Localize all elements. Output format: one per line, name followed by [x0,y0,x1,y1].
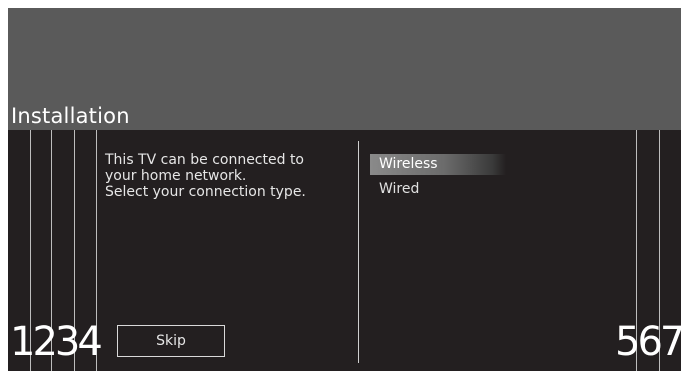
page-title: Installation [11,104,130,128]
instruction-line-2: your home network. [105,168,247,184]
column-divider [358,141,359,363]
instruction-text: This TV can be connected to your home ne… [105,152,340,200]
tv-screen: Installation This TV can be connected to… [8,8,681,371]
instruction-line-1: This TV can be connected to [105,152,305,168]
header-bar: Installation [8,8,681,130]
callout-numbers-left: 1234 [10,319,103,365]
option-wireless[interactable]: Wireless [370,154,506,175]
instruction-line-3: Select your connection type. [105,184,306,200]
skip-button[interactable]: Skip [117,325,225,357]
option-wired[interactable]: Wired [370,179,490,200]
callout-numbers-right: 567 [615,319,681,365]
